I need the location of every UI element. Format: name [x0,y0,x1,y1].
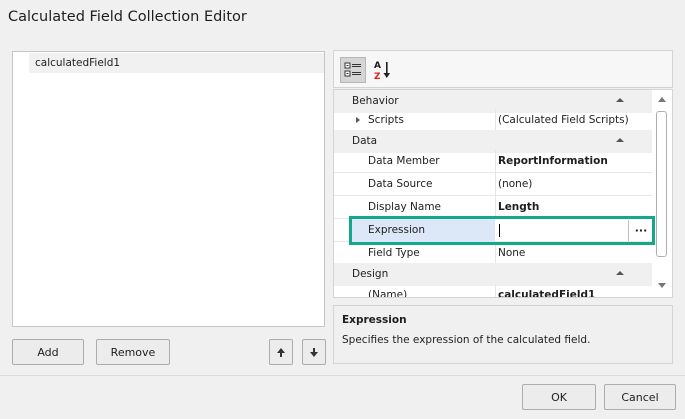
expression-editor-button[interactable]: ··· [628,220,653,241]
property-row-scripts[interactable]: Scripts (Calculated Field Scripts) [334,109,654,132]
expression-input[interactable] [495,220,627,241]
scroll-thumb[interactable] [656,111,667,257]
description-title: Expression [342,314,407,326]
property-label: Data Source [368,178,433,190]
property-row-data-source[interactable]: Data Source (none) [334,173,654,196]
move-down-button[interactable] [302,339,326,365]
property-row-field-type[interactable]: Field Type None [334,242,654,265]
category-label: Design [352,268,389,280]
remove-button[interactable]: Remove [96,339,170,365]
property-row-name[interactable]: (Name) calculatedField1 [334,284,654,298]
property-row-expression[interactable]: Expression ··· [334,219,654,242]
alphabetical-button[interactable]: A Z [370,57,396,83]
footer-divider [0,375,685,376]
ok-button[interactable]: OK [522,384,596,410]
property-label: Data Member [368,155,440,167]
arrow-down-icon [310,347,318,357]
property-label: Scripts [368,114,404,126]
categorized-button[interactable] [340,57,366,83]
property-label: Expression [368,224,425,236]
collapse-icon[interactable] [616,136,624,144]
property-value[interactable]: calculatedField1 [495,284,654,297]
expand-icon[interactable] [356,117,360,123]
arrow-up-icon [277,347,285,357]
collapse-icon[interactable] [616,269,624,277]
svg-text:Z: Z [374,72,381,81]
property-label: Display Name [368,201,442,213]
property-label: Field Type [368,247,420,259]
property-grid: Behavior Scripts (Calculated Field Scrip… [333,89,673,298]
property-row-data-member[interactable]: Data Member ReportInformation [334,150,654,173]
property-grid-toolbar: A Z [333,50,673,88]
move-up-button[interactable] [269,339,293,365]
property-label: (Name) [368,289,408,298]
property-value[interactable]: None [495,242,654,265]
property-row-display-name[interactable]: Display Name Length [334,196,654,219]
description-text: Specifies the expression of the calculat… [342,334,591,346]
property-value[interactable]: (Calculated Field Scripts) [495,109,654,132]
description-panel: Expression Specifies the expression of t… [333,305,673,364]
svg-text:A: A [374,61,381,71]
category-design[interactable]: Design [334,263,654,286]
cancel-button[interactable]: Cancel [604,384,676,410]
sort-az-icon: A Z [374,61,390,81]
text-caret [499,224,500,237]
collapse-icon[interactable] [616,96,624,104]
list-item[interactable]: calculatedField1 [29,53,324,73]
property-value[interactable]: ReportInformation [495,150,654,173]
scroll-down-icon[interactable] [658,283,666,288]
dialog-title: Calculated Field Collection Editor [8,9,247,25]
property-value[interactable]: (none) [495,173,654,196]
collection-list[interactable]: calculatedField1 [12,51,325,327]
categorized-icon [344,62,361,77]
add-button[interactable]: Add [12,339,84,365]
scroll-up-icon[interactable] [658,97,666,102]
property-grid-scrollbar[interactable] [652,90,672,297]
property-value[interactable]: Length [495,196,654,219]
